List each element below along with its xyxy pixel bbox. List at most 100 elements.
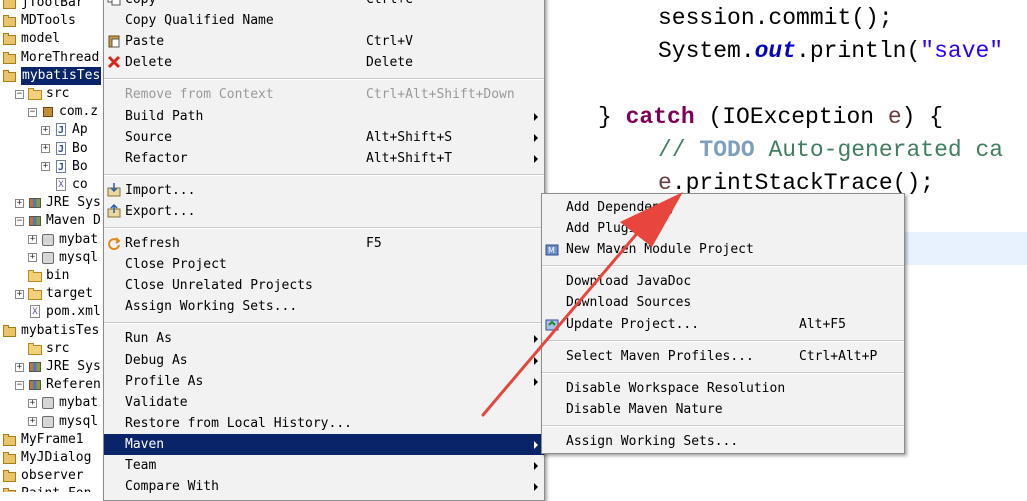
expand-icon[interactable]: + [28, 417, 37, 427]
expand-icon[interactable]: + [41, 144, 50, 154]
tree-item[interactable]: observer [2, 467, 84, 485]
menu-item-label: Copy [125, 0, 156, 10]
menu-item-new-maven-module-project[interactable]: M New Maven Module Project [542, 239, 904, 260]
tree-item[interactable]: pom.xml [15, 303, 101, 321]
tree-item[interactable]: bin [15, 267, 69, 285]
tree-item-label: Bo [72, 158, 88, 174]
tree-item[interactable]: MyJDialog [2, 449, 91, 467]
tree-item-label: observer [21, 468, 84, 484]
expand-icon[interactable]: + [41, 125, 50, 135]
submenu-arrow-icon [534, 133, 538, 142]
menu-item-disable-maven-nature[interactable]: Disable Maven Nature [542, 399, 904, 420]
folder-icon [27, 287, 43, 301]
expand-icon[interactable]: + [15, 289, 24, 299]
menu-item-refactor[interactable]: Refactor Alt+Shift+T [104, 148, 544, 169]
expand-icon[interactable]: + [15, 362, 24, 372]
tree-item-label: Paint Fon [21, 485, 91, 492]
menu-item-delete[interactable]: Delete Delete [104, 52, 544, 73]
tree-item[interactable]: model [2, 30, 60, 48]
menu-item-export[interactable]: Export... [104, 201, 544, 222]
tree-item[interactable]: − src [15, 85, 69, 103]
menu-item-select-maven-profiles[interactable]: Select Maven Profiles... Ctrl+Alt+P [542, 346, 904, 367]
tree-item-label: mybatisTes [21, 322, 100, 338]
menu-item-import[interactable]: Import... [104, 180, 544, 201]
collapse-icon[interactable]: − [28, 107, 37, 117]
submenu-arrow-icon [534, 356, 538, 365]
menu-item-add-plugin[interactable]: Add Plugin [542, 218, 904, 239]
tree-item[interactable]: + mybat [28, 394, 98, 412]
menu-item-close-project[interactable]: Close Project [104, 254, 544, 275]
menu-item-label: Refactor [125, 150, 188, 166]
tree-item[interactable]: − com.z [28, 103, 98, 121]
menu-item-profile-as[interactable]: Profile As [104, 371, 544, 392]
expand-icon[interactable]: + [28, 398, 37, 408]
menu-item-close-unrelated-projects[interactable]: Close Unrelated Projects [104, 275, 544, 296]
menu-item-refresh[interactable]: Refresh F5 [104, 233, 544, 254]
collapse-icon[interactable]: − [15, 89, 24, 99]
project-icon [2, 451, 18, 465]
menu-item-download-javadoc[interactable]: Download JavaDoc [542, 271, 904, 292]
tree-item[interactable]: src [15, 340, 69, 358]
tree-item[interactable]: co [41, 176, 88, 194]
expand-icon[interactable]: + [41, 162, 50, 172]
tree-item[interactable]: + mysql [28, 413, 98, 431]
menu-item-restore-from-local-history[interactable]: Restore from Local History... [104, 413, 544, 434]
menu-item-disable-workspace-resolution[interactable]: Disable Workspace Resolution [542, 378, 904, 399]
tree-item[interactable]: + Ap [41, 121, 88, 139]
menu-item-run-as[interactable]: Run As [104, 328, 544, 349]
menu-item-source[interactable]: Source Alt+Shift+S [104, 127, 544, 148]
menu-item-copy-qualified-name[interactable]: Copy Qualified Name [104, 10, 544, 31]
menu-separator [104, 173, 544, 176]
menu-item-download-sources[interactable]: Download Sources [542, 292, 904, 313]
tree-item-label: Bo [72, 140, 88, 156]
tree-item[interactable]: MDTools [2, 12, 76, 30]
tree-item[interactable]: mybatisTes [2, 322, 99, 340]
collapse-icon[interactable]: − [15, 216, 24, 226]
menu-item-paste[interactable]: Paste Ctrl+V [104, 31, 544, 52]
tree-item[interactable]: − Referen [15, 376, 101, 394]
expand-icon[interactable]: + [28, 253, 37, 263]
tree-item[interactable]: + JRE Sys [15, 194, 101, 212]
tree-item[interactable]: MyFrame1 [2, 431, 84, 449]
tree-item-label: MyFrame1 [21, 431, 84, 447]
menu-item-team[interactable]: Team [104, 455, 544, 476]
tree-item[interactable]: + mysql [28, 249, 98, 267]
tree-item[interactable]: + JRE Sys [15, 358, 101, 376]
menu-item-assign-working-sets[interactable]: Assign Working Sets... [542, 431, 904, 452]
menu-item-label: Compare With [125, 479, 219, 495]
project-icon [2, 324, 18, 338]
menu-item-compare-with[interactable]: Compare With [104, 476, 544, 497]
menu-item-label: Close Unrelated Projects [125, 278, 313, 294]
tree-item[interactable]: + mybat [28, 231, 98, 249]
tree-item[interactable]: MoreThread [2, 49, 99, 67]
project-icon [2, 433, 18, 447]
code-line-commit: session.commit(); [658, 5, 893, 31]
lib-icon [27, 378, 43, 392]
java-icon [53, 123, 69, 137]
expand-icon[interactable]: + [15, 198, 24, 208]
tree-item[interactable]: jToolBar [2, 0, 84, 12]
menu-item-validate[interactable]: Validate [104, 392, 544, 413]
tree-item[interactable]: − Maven D [15, 212, 101, 230]
menu-item-label: Add Dependency [566, 200, 676, 215]
menu-item-update-project[interactable]: Update Project... Alt+F5 [542, 314, 904, 335]
svg-text:M: M [548, 246, 555, 255]
folder-icon [27, 269, 43, 283]
menu-item-copy[interactable]: Copy Ctrl+C [104, 0, 544, 10]
menu-item-label: Delete [125, 55, 172, 71]
tree-item[interactable]: + Bo [41, 140, 88, 158]
tree-item-label: Referen [46, 377, 101, 393]
collapse-icon[interactable]: − [15, 380, 24, 390]
menu-item-add-dependency[interactable]: Add Dependency [542, 197, 904, 218]
menu-item-assign-working-sets[interactable]: Assign Working Sets... [104, 296, 544, 317]
tree-item[interactable]: + Bo [41, 158, 88, 176]
menu-item-build-path[interactable]: Build Path [104, 106, 544, 127]
menu-item-label: Close Project [125, 257, 227, 273]
menu-item-debug-as[interactable]: Debug As [104, 350, 544, 371]
tree-item[interactable]: Paint Fon [2, 485, 91, 492]
expand-icon[interactable]: + [28, 235, 37, 245]
tree-item[interactable]: mybatisTes [2, 66, 102, 85]
menu-item-maven[interactable]: Maven [104, 433, 544, 455]
tree-item[interactable]: + target [15, 285, 93, 303]
